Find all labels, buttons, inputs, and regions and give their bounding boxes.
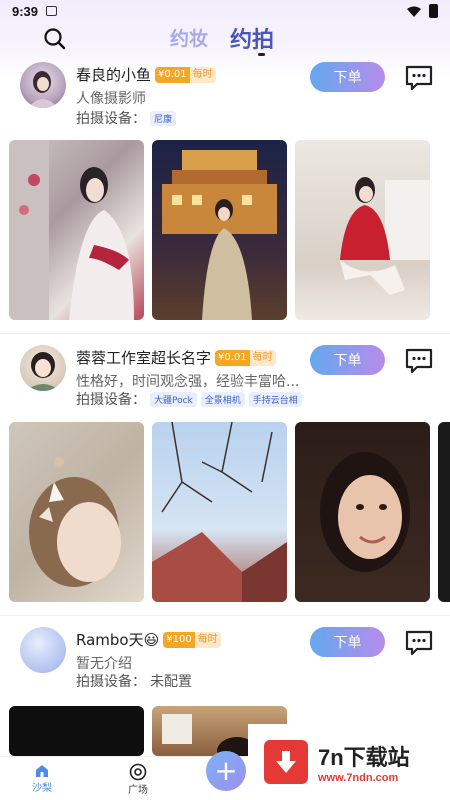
portfolio-photo[interactable]: [438, 422, 450, 602]
equipment-row: 拍摄设备： 大疆Pock 全景相机 手持云台相: [76, 389, 302, 409]
search-icon[interactable]: [42, 26, 68, 52]
top-bar: 约妆 约拍: [0, 22, 450, 56]
portfolio-row[interactable]: [0, 422, 450, 602]
price-badge: ¥0.01 每时: [155, 66, 216, 83]
card-divider: [0, 615, 450, 616]
equipment-label: 拍摄设备：: [76, 392, 146, 408]
home-icon: [36, 765, 48, 777]
equipment-tag: 大疆Pock: [150, 391, 197, 407]
nav-item-square[interactable]: 广场: [128, 763, 148, 796]
avatar[interactable]: [20, 627, 66, 673]
active-tab-indicator: [258, 53, 265, 56]
photographer-name: 春良的小鱼: [76, 66, 152, 84]
order-button[interactable]: 下单: [310, 627, 385, 657]
price-badge: ¥100 每时: [163, 631, 221, 648]
download-logo-icon: [264, 740, 308, 784]
equipment-row: 拍摄设备： 尼康: [76, 108, 177, 128]
chat-icon[interactable]: [404, 347, 434, 375]
status-bar: 9:39: [0, 0, 450, 22]
watermark-url: www.7ndn.com: [318, 772, 399, 784]
card-divider: [0, 333, 450, 334]
watermark: 7n下载站 www.7ndn.com: [248, 724, 450, 800]
equipment-tag: 尼康: [150, 110, 177, 126]
chat-icon[interactable]: [404, 64, 434, 92]
equipment-value: 未配置: [150, 674, 192, 690]
photographer-description: 人像摄影师: [76, 91, 146, 107]
price-value: ¥0.01: [215, 349, 250, 366]
nav-label: 沙梨: [32, 783, 52, 794]
order-button[interactable]: 下单: [310, 345, 385, 375]
nav-label: 广场: [128, 785, 148, 796]
chat-icon[interactable]: [404, 629, 434, 657]
price-unit: 每时: [194, 631, 221, 648]
watermark-title: 7n下载站: [318, 745, 410, 770]
photographer-description: 暂无介绍: [76, 656, 132, 672]
portfolio-photo[interactable]: [152, 422, 287, 602]
equipment-row: 拍摄设备： 未配置: [76, 671, 192, 691]
portfolio-photo[interactable]: [9, 422, 144, 602]
wifi-icon: [407, 6, 421, 17]
portfolio-photo[interactable]: [9, 706, 144, 756]
photographer-name: 蓉蓉工作室超长名字: [76, 349, 212, 367]
equipment-tag: 手持云台相: [248, 391, 302, 407]
equipment-label: 拍摄设备：: [76, 111, 146, 127]
portfolio-row[interactable]: [0, 140, 450, 320]
nav-item-home[interactable]: 沙梨: [32, 763, 52, 794]
status-time: 9:39: [12, 3, 39, 19]
order-button[interactable]: 下单: [310, 62, 385, 92]
equipment-tag: 全景相机: [200, 391, 245, 407]
price-unit: 每时: [249, 349, 276, 366]
portfolio-photo[interactable]: [152, 140, 287, 320]
portfolio-photo[interactable]: [9, 140, 144, 320]
tab-photoshoot[interactable]: 约拍: [230, 22, 274, 54]
price-badge: ¥0.01 每时: [215, 349, 276, 366]
portfolio-photo[interactable]: [295, 422, 430, 602]
avatar[interactable]: [20, 62, 66, 108]
avatar[interactable]: [20, 345, 66, 391]
equipment-label: 拍摄设备：: [76, 674, 146, 690]
price-value: ¥0.01: [155, 66, 190, 83]
price-value: ¥100: [163, 631, 195, 648]
photographer-name: Rambo天😃: [76, 631, 160, 649]
image-notification-icon: [46, 6, 58, 16]
photographer-description: 性格好，时间观念强，经验丰富哈...: [76, 374, 300, 390]
tab-makeup[interactable]: 约妆: [170, 24, 208, 51]
add-button[interactable]: +: [206, 751, 246, 791]
portfolio-photo[interactable]: [295, 140, 430, 320]
target-icon: [129, 763, 147, 781]
price-unit: 每时: [189, 66, 216, 83]
battery-icon: [429, 4, 438, 18]
